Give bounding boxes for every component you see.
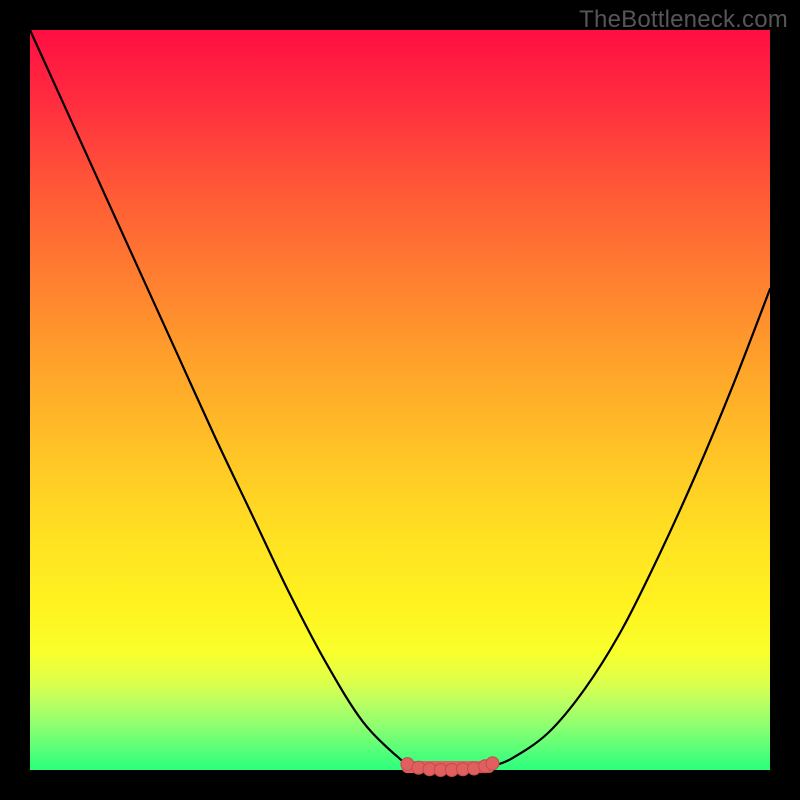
curve-layer bbox=[30, 30, 770, 770]
chart-stage: TheBottleneck.com bbox=[0, 0, 800, 800]
plot-area bbox=[30, 30, 770, 770]
watermark-text: TheBottleneck.com bbox=[579, 6, 788, 34]
valley-marker-dot bbox=[486, 757, 499, 770]
bottleneck-curve bbox=[30, 30, 770, 770]
valley-markers bbox=[401, 757, 499, 777]
